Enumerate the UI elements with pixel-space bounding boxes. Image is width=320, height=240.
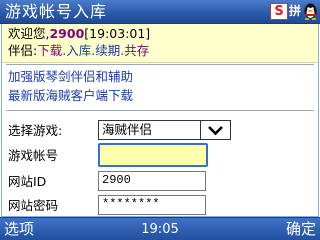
user-id: 2900 [49, 26, 85, 41]
window-title: 游戏帐号入库 [5, 2, 108, 21]
content-frame: 欢迎您,2900[19:03:01] 伴侣:下载.入库.续期.共存 加强版琴剑伴… [1, 24, 319, 217]
chevron-down-icon [208, 126, 223, 136]
companion-links: 伴侣:下载.入库.续期.共存 [8, 43, 149, 59]
link-coexist[interactable]: 共存 [124, 43, 149, 58]
sogou-s-icon[interactable]: S [270, 3, 288, 20]
welcome-prefix: 欢迎您, [8, 26, 50, 41]
game-select-dropdown-button[interactable] [201, 120, 231, 140]
softkey-bar: 选项 19:05 确定 [0, 217, 320, 240]
link-renew[interactable]: 续期 [95, 43, 120, 58]
divider [6, 64, 314, 65]
game-select[interactable]: 海贼伴侣 [98, 120, 201, 140]
qq-penguin-icon[interactable] [302, 3, 319, 20]
site-password-label: 网站密码 [8, 198, 59, 213]
options-softkey[interactable]: 选项 [4, 220, 34, 238]
account-input[interactable] [98, 143, 208, 167]
account-label: 游戏帐号 [8, 148, 59, 163]
divider [6, 110, 314, 111]
confirm-softkey[interactable]: 确定 [286, 220, 316, 238]
link-latest-client[interactable]: 最新版海贼客户端下载 [8, 88, 133, 104]
site-password-input[interactable]: ******** [98, 195, 206, 215]
site-id-label: 网站ID [8, 174, 47, 189]
link-enhanced-companion[interactable]: 加强版琴剑伴侣和辅助 [8, 69, 133, 85]
site-id-input[interactable]: 2900 [98, 171, 206, 191]
companion-label: 伴侣: [8, 43, 38, 58]
link-import[interactable]: 入库 [66, 43, 91, 58]
title-bar: 游戏帐号入库 S 拼 [0, 0, 320, 24]
welcome-time: [19:03:01] [84, 26, 151, 41]
clock: 19:05 [141, 222, 179, 237]
welcome-line: 欢迎您,2900[19:03:01] [8, 26, 150, 42]
welcome-panel: 欢迎您,2900[19:03:01] 伴侣:下载.入库.续期.共存 [2, 24, 318, 63]
game-select-label: 选择游戏: [8, 123, 63, 138]
pinyin-ime-icon[interactable]: 拼 [288, 3, 302, 20]
link-download[interactable]: 下载 [37, 43, 62, 58]
